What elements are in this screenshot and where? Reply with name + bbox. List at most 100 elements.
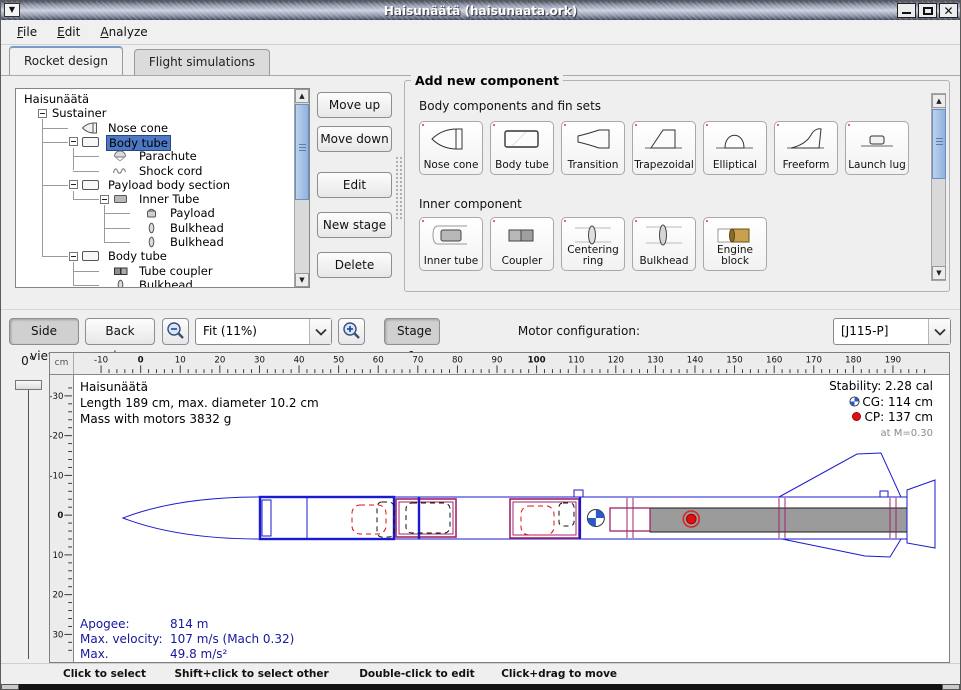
magnifier-minus-icon (163, 319, 188, 344)
status-hint: Shift+click to select other (175, 668, 329, 680)
tree-collapse-icon[interactable] (69, 180, 78, 189)
status-hint: Click+drag to move (501, 668, 617, 680)
menu-file[interactable]: File (7, 22, 47, 42)
tree-item-label: Sustainer (50, 106, 108, 120)
add-bulkhead-button[interactable]: Bulkhead (632, 217, 696, 271)
tree-item-inner-tube[interactable]: Inner Tube (16, 192, 294, 206)
component-label: Centering ring (563, 245, 623, 267)
minimize-icon (902, 12, 911, 14)
add-transition-button[interactable]: Transition (561, 121, 625, 175)
rotation-slider[interactable] (15, 380, 42, 390)
tree-item-payload[interactable]: Payload (16, 206, 294, 220)
scroll-up-icon[interactable]: ▲ (932, 94, 946, 108)
scroll-down-icon[interactable]: ▼ (932, 266, 946, 280)
new-stage-button[interactable]: New stage (317, 212, 392, 238)
splitter-handle[interactable] (395, 156, 403, 220)
rocket-mass: Mass with motors 3832 g (80, 411, 319, 427)
tree-item-sustainer[interactable]: Sustainer (16, 106, 294, 120)
scroll-up-icon[interactable]: ▲ (295, 89, 309, 103)
flight-stat-apogee-: Apogee:814 m (80, 617, 294, 632)
component-tree[interactable]: HaisunäätäSustainerNose coneBody tubePar… (16, 89, 294, 287)
tree-item-bulkhead[interactable]: Bulkhead (16, 221, 294, 235)
motor-configuration-select[interactable]: [J115-P] (833, 318, 951, 345)
close-button[interactable]: ✕ (939, 3, 958, 18)
minimize-button[interactable] (897, 3, 916, 18)
svg-text:40: 40 (294, 356, 305, 366)
add-elliptical-button[interactable]: Elliptical (703, 121, 767, 175)
zoom-in-button[interactable] (338, 318, 365, 345)
svg-text:140: 140 (687, 356, 703, 366)
svg-text:10: 10 (175, 356, 186, 366)
side-view-button[interactable]: Side view (9, 318, 79, 345)
tree-item-bulkhead[interactable]: Bulkhead (16, 278, 294, 287)
tree-collapse-icon[interactable] (38, 109, 47, 118)
component-scrollbar[interactable]: ▲ ▼ (931, 93, 946, 281)
coupler-icon (500, 221, 544, 249)
svg-text:180: 180 (845, 356, 861, 366)
zoom-out-button[interactable] (162, 318, 189, 345)
resize-grip-right[interactable] (942, 684, 960, 690)
add-engine-block-button[interactable]: Engine block (703, 217, 767, 271)
add-body-tube-button[interactable]: Body tube (490, 121, 554, 175)
close-icon: ✕ (940, 4, 957, 17)
bodytube-icon (80, 250, 100, 262)
tree-item-payload-body-section[interactable]: Payload body section (16, 178, 294, 192)
chevron-down-icon (928, 319, 950, 344)
svg-text:80: 80 (452, 356, 463, 366)
add-component-groupbox: Add new component Body components and fi… (404, 80, 950, 292)
cg-value: 114 cm (888, 395, 933, 409)
tree-item-tube-coupler[interactable]: Tube coupler (16, 264, 294, 278)
scroll-down-icon[interactable]: ▼ (295, 273, 309, 287)
svg-text:110: 110 (568, 356, 584, 366)
bodytube-icon (80, 136, 100, 148)
tree-item-nose-cone[interactable]: Nose cone (16, 121, 294, 135)
maximize-button[interactable] (918, 3, 937, 18)
window-menu-icon[interactable]: ▼ (4, 3, 20, 17)
back-view-button[interactable]: Back view (85, 318, 155, 345)
add-freeform-button[interactable]: Freeform (774, 121, 838, 175)
add-inner-tube-button[interactable]: Inner tube (419, 217, 483, 271)
svg-text:30: 30 (254, 356, 265, 366)
motor-configuration-value: [J115-P] (841, 324, 926, 338)
delete-button[interactable]: Delete (317, 252, 392, 278)
tree-item-haisun-t-[interactable]: Haisunäätä (16, 92, 294, 106)
move-down-button[interactable]: Move down (317, 126, 392, 152)
stability-value: 2.28 cal (885, 379, 933, 393)
tree-item-label: Haisunäätä (22, 92, 91, 106)
add-coupler-button[interactable]: Coupler (490, 217, 554, 271)
add-nose-cone-button[interactable]: Nose cone (419, 121, 483, 175)
edit-button[interactable]: Edit (317, 172, 392, 198)
bulkhead-icon (642, 221, 686, 249)
menu-edit[interactable]: Edit (47, 22, 90, 42)
menu-analyze[interactable]: Analyze (90, 22, 157, 42)
resize-grip-left[interactable] (1, 684, 19, 690)
tree-item-shock-cord[interactable]: Shock cord (16, 164, 294, 178)
tab-flight-simulations[interactable]: Flight simulations (134, 49, 270, 75)
rotation-slider-track[interactable] (28, 390, 29, 659)
tab-rocket-design[interactable]: Rocket design (9, 46, 123, 75)
svg-text:0: 0 (138, 356, 144, 366)
move-up-button[interactable]: Move up (317, 92, 392, 118)
parachute-icon (111, 150, 131, 162)
scrollbar-thumb[interactable] (295, 104, 309, 200)
add-centering-ring-button[interactable]: Centering ring (561, 217, 625, 271)
tree-item-parachute[interactable]: Parachute (16, 149, 294, 163)
tree-item-body-tube[interactable]: Body tube (16, 135, 294, 149)
add-trapezoidal-button[interactable]: Trapezoidal (632, 121, 696, 175)
tree-collapse-icon[interactable] (100, 195, 109, 204)
tree-item-bulkhead[interactable]: Bulkhead (16, 235, 294, 249)
rocket-canvas[interactable]: Haisunäätä Length 189 cm, max. diameter … (74, 375, 949, 662)
tree-scrollbar[interactable]: ▲ ▼ (294, 89, 309, 287)
tree-collapse-icon[interactable] (69, 137, 78, 146)
add-launch-lug-button[interactable]: Launch lug (845, 121, 909, 175)
stage-1-toggle[interactable]: Stage 1 (384, 318, 440, 345)
component-label: Coupler (492, 256, 552, 267)
tree-item-label: Parachute (137, 149, 199, 163)
tree-collapse-icon[interactable] (69, 252, 78, 261)
tree-item-body-tube[interactable]: Body tube (16, 249, 294, 263)
bulkhead-icon (142, 236, 162, 248)
scrollbar-thumb[interactable] (932, 109, 946, 179)
zoom-select[interactable]: Fit (11%) (195, 318, 332, 345)
tree-item-label: Shock cord (137, 164, 204, 178)
cp-value: 137 cm (888, 410, 933, 424)
